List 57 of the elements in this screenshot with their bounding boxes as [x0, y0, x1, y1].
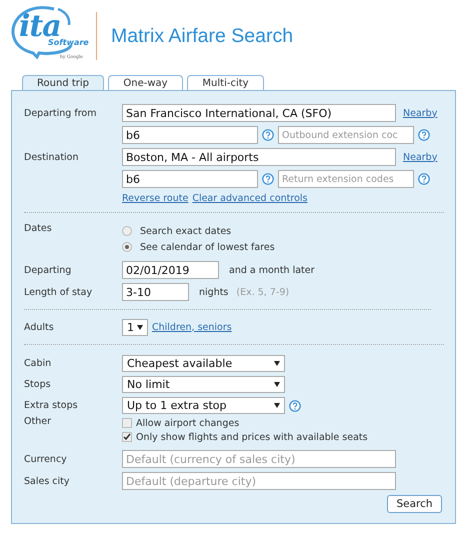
help-icon[interactable] [418, 129, 430, 141]
field-label: Stops [24, 379, 52, 390]
extension-codes-field[interactable]: Return extension codes [278, 170, 414, 188]
dropdown[interactable]: Cheapest available [122, 355, 285, 372]
date-field[interactable]: 02/01/2019 [122, 261, 219, 279]
checkbox-label: Only show flights and prices with available seats [136, 432, 368, 442]
airport-field[interactable]: Boston, MA - All airports [122, 148, 396, 166]
page-title: Matrix Airfare Search [111, 24, 294, 48]
field-label: Other [24, 416, 52, 427]
field-label: Destination [24, 152, 80, 162]
stay-hint: (Ex. 5, 7-9) [236, 286, 290, 298]
caret-icon [274, 382, 280, 387]
nearby-link[interactable]: Nearby [403, 152, 438, 162]
field-label: Currency [24, 454, 68, 464]
caret-icon [137, 324, 143, 330]
radio-button[interactable] [122, 226, 132, 236]
field-label: Sales city [24, 476, 71, 486]
logo-subtitle: Software [48, 38, 89, 47]
text-field[interactable]: Default (departure city) [122, 472, 396, 490]
dropdown[interactable]: Up to 1 extra stop [122, 397, 285, 414]
field-label: Departing [24, 264, 72, 276]
tab[interactable]: Multi-city [187, 75, 264, 90]
routing-codes-field[interactable]: b6 [122, 126, 258, 144]
form-link[interactable]: Clear advanced controls [192, 192, 308, 204]
field-label: Extra stops [24, 400, 79, 411]
help-icon[interactable] [289, 400, 301, 412]
help-icon[interactable] [418, 173, 430, 185]
adults-select[interactable]: 1 [122, 318, 148, 336]
airport-field[interactable]: San Francisco International, CA (SFO) [122, 104, 396, 122]
help-icon[interactable] [262, 173, 274, 185]
radio-button[interactable] [122, 242, 132, 252]
caret-icon [274, 361, 280, 366]
field-label: Adults [24, 322, 55, 332]
text-field[interactable]: Default (currency of sales city) [122, 450, 396, 468]
form-link[interactable]: Reverse route [122, 192, 188, 204]
field-label: Cabin [24, 358, 52, 369]
children-seniors-link[interactable]: Children, seniors [152, 322, 232, 332]
routing-codes-field[interactable]: b6 [122, 170, 258, 188]
checkbox[interactable] [122, 418, 132, 428]
checkbox[interactable] [122, 432, 132, 442]
tab[interactable]: Round trip [22, 75, 104, 90]
caret-icon [274, 403, 280, 408]
nights-label: nights [199, 286, 228, 298]
date-note: and a month later [229, 264, 315, 276]
help-icon[interactable] [262, 129, 274, 141]
radio-label: See calendar of lowest fares [140, 242, 275, 252]
tab[interactable]: One-way [108, 75, 183, 90]
search-button[interactable]: Search [387, 495, 442, 513]
field-label: Dates [24, 223, 53, 234]
field-label: Departing from [24, 108, 98, 118]
radio-label: Search exact dates [140, 226, 232, 236]
nearby-link[interactable]: Nearby [403, 108, 438, 118]
stay-field[interactable]: 3-10 [122, 283, 189, 301]
extension-codes-field[interactable]: Outbound extension coc [278, 126, 414, 144]
checkbox-label: Allow airport changes [136, 418, 240, 428]
field-label: Length of stay [24, 286, 94, 298]
dropdown[interactable]: No limit [122, 376, 285, 393]
